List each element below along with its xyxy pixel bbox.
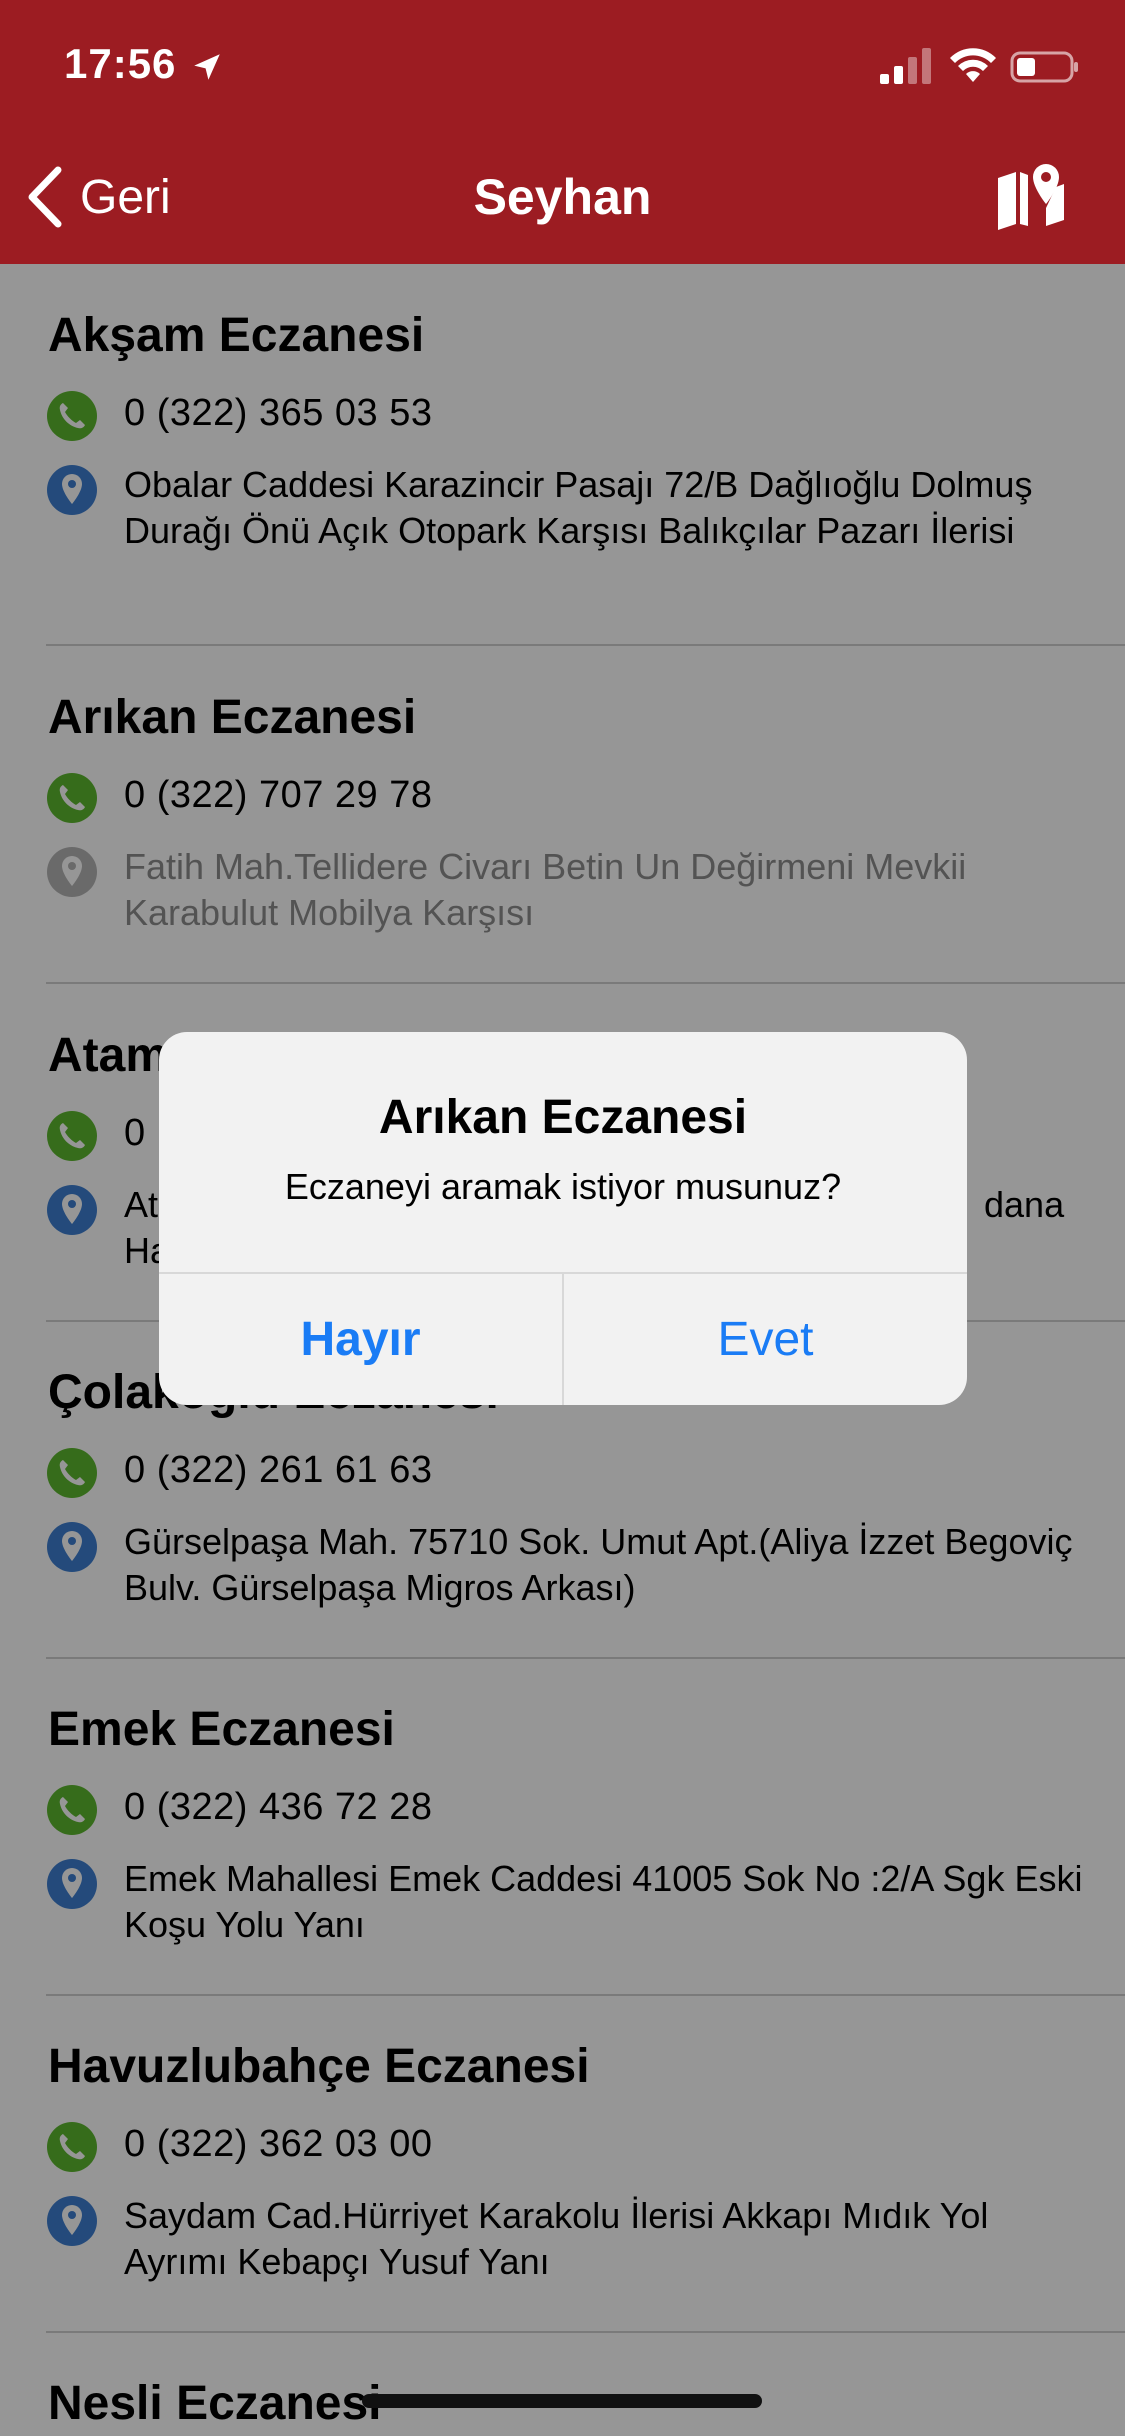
header: 17:56 Geri Seyhan: [0, 0, 1125, 264]
cancel-button[interactable]: Hayır: [159, 1274, 562, 1405]
status-time: 17:56: [64, 40, 177, 87]
map-icon[interactable]: [994, 160, 1068, 234]
confirm-button[interactable]: Evet: [564, 1274, 967, 1405]
page-title: Seyhan: [473, 169, 652, 225]
home-indicator[interactable]: [362, 2394, 762, 2408]
signal-icon: [880, 48, 931, 84]
status-bar: 17:56: [0, 0, 1125, 132]
alert-message: Eczaneyi aramak istiyor musunuz?: [284, 1166, 842, 1207]
wifi-icon: [950, 48, 996, 82]
battery-icon: [1010, 51, 1078, 83]
navigation-bar: Geri Seyhan: [0, 132, 1125, 264]
alert-title: Arıkan Eczanesi: [378, 1091, 748, 1144]
call-confirmation-alert: Arıkan Eczanesi Eczaneyi aramak istiyor …: [159, 1032, 967, 1405]
location-arrow-icon: [194, 54, 220, 80]
screen: 17:56 Geri Seyhan Akşam Eczanesi 0 (322)…: [0, 0, 1125, 2436]
